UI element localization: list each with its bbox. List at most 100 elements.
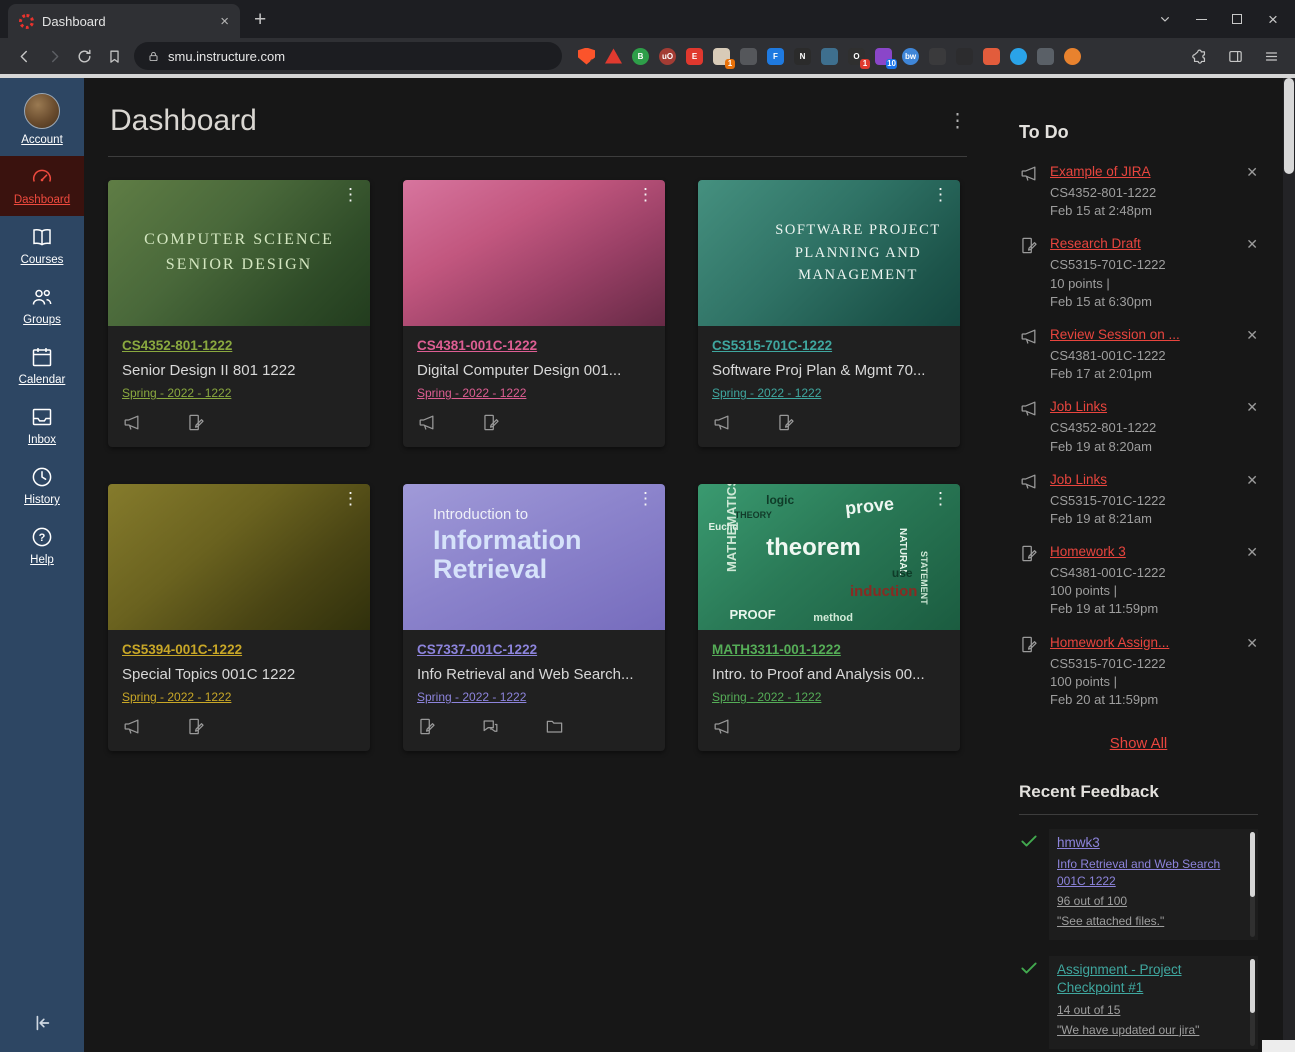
- new-tab-button[interactable]: +: [254, 9, 266, 30]
- dismiss-icon[interactable]: ✕: [1246, 235, 1258, 311]
- todo-link[interactable]: Job Links: [1050, 399, 1107, 414]
- dismiss-icon[interactable]: ✕: [1246, 398, 1258, 455]
- extension-icon[interactable]: [821, 48, 838, 65]
- course-term-link[interactable]: Spring - 2022 - 1222: [417, 690, 526, 704]
- course-code-link[interactable]: CS5315-701C-1222: [712, 338, 832, 353]
- course-term-link[interactable]: Spring - 2022 - 1222: [122, 690, 231, 704]
- discussions-icon[interactable]: [481, 717, 500, 741]
- course-term-link[interactable]: Spring - 2022 - 1222: [712, 690, 821, 704]
- extensions-puzzle-icon[interactable]: [1187, 42, 1211, 70]
- bookmark-icon[interactable]: [100, 42, 128, 70]
- course-card-menu-icon[interactable]: ⋮: [932, 185, 949, 205]
- sidebar-item-account[interactable]: Account: [0, 84, 84, 156]
- dismiss-icon[interactable]: ✕: [1246, 471, 1258, 528]
- side-panel-icon[interactable]: [1223, 42, 1247, 70]
- course-card-menu-icon[interactable]: ⋮: [342, 489, 359, 509]
- feedback-link[interactable]: Assignment - Project Checkpoint #1: [1057, 961, 1242, 997]
- show-all-link[interactable]: Show All: [1019, 735, 1258, 752]
- feedback-course-link[interactable]: Info Retrieval and Web Search 001C 1222: [1057, 856, 1242, 888]
- course-title[interactable]: Software Proj Plan & Mgmt 70...: [712, 362, 946, 379]
- reload-button[interactable]: [70, 42, 98, 70]
- assignments-icon[interactable]: [776, 413, 795, 437]
- todo-link[interactable]: Review Session on ...: [1050, 327, 1180, 342]
- dismiss-icon[interactable]: ✕: [1246, 543, 1258, 619]
- todo-link[interactable]: Homework Assign...: [1050, 635, 1169, 650]
- assignments-icon[interactable]: [186, 717, 205, 741]
- extension-icon[interactable]: E: [686, 48, 703, 65]
- announcements-icon[interactable]: [712, 717, 731, 741]
- dashboard-options-kebab-icon[interactable]: ⋮: [948, 110, 967, 133]
- window-minimize-button[interactable]: [1183, 0, 1219, 38]
- mini-scrollbar[interactable]: [1250, 832, 1255, 937]
- course-title[interactable]: Senior Design II 801 1222: [122, 362, 356, 379]
- extension-icon[interactable]: bw: [902, 48, 919, 65]
- course-title[interactable]: Intro. to Proof and Analysis 00...: [712, 666, 946, 683]
- extension-icon[interactable]: [983, 48, 1000, 65]
- window-close-button[interactable]: ×: [1255, 0, 1291, 38]
- dismiss-icon[interactable]: ✕: [1246, 326, 1258, 383]
- assignments-icon[interactable]: [481, 413, 500, 437]
- todo-link[interactable]: Homework 3: [1050, 544, 1126, 559]
- course-card-menu-icon[interactable]: ⋮: [342, 185, 359, 205]
- extension-icon[interactable]: F: [767, 48, 784, 65]
- feedback-link[interactable]: hmwk3: [1057, 834, 1242, 852]
- todo-link[interactable]: Example of JIRA: [1050, 164, 1151, 179]
- course-term-link[interactable]: Spring - 2022 - 1222: [417, 386, 526, 400]
- extension-icon[interactable]: [1064, 48, 1081, 65]
- course-card-menu-icon[interactable]: ⋮: [932, 489, 949, 509]
- announcements-icon[interactable]: [417, 413, 436, 437]
- address-bar[interactable]: smu.instructure.com: [134, 42, 562, 70]
- course-card-image[interactable]: provetheoremMATHEMATICSinductionPROOFlog…: [698, 484, 960, 630]
- course-code-link[interactable]: CS5394-001C-1222: [122, 642, 242, 657]
- course-card-menu-icon[interactable]: ⋮: [637, 489, 654, 509]
- sidebar-item-courses[interactable]: Courses: [0, 216, 84, 276]
- tab-close-icon[interactable]: ×: [217, 13, 232, 30]
- course-title[interactable]: Info Retrieval and Web Search...: [417, 666, 651, 683]
- course-card-image[interactable]: COMPUTER SCIENCE SENIOR DESIGN ⋮: [108, 180, 370, 326]
- browser-tab[interactable]: Dashboard ×: [8, 4, 240, 38]
- course-code-link[interactable]: CS4352-801-1222: [122, 338, 232, 353]
- course-term-link[interactable]: Spring - 2022 - 1222: [122, 386, 231, 400]
- window-maximize-button[interactable]: [1219, 0, 1255, 38]
- alert-triangle-icon[interactable]: [605, 48, 622, 65]
- course-title[interactable]: Special Topics 001C 1222: [122, 666, 356, 683]
- course-card-image[interactable]: SOFTWARE PROJECT PLANNING AND MANAGEMENT…: [698, 180, 960, 326]
- extension-icon[interactable]: B: [632, 48, 649, 65]
- announcements-icon[interactable]: [122, 717, 141, 741]
- assignments-icon[interactable]: [186, 413, 205, 437]
- sidebar-item-history[interactable]: History: [0, 456, 84, 516]
- todo-link[interactable]: Research Draft: [1050, 236, 1141, 251]
- sidebar-item-groups[interactable]: Groups: [0, 276, 84, 336]
- extension-icon[interactable]: 1: [713, 48, 730, 65]
- extension-icon[interactable]: [1010, 48, 1027, 65]
- course-title[interactable]: Digital Computer Design 001...: [417, 362, 651, 379]
- files-icon[interactable]: [545, 717, 564, 741]
- extension-icon[interactable]: [929, 48, 946, 65]
- sidebar-item-help[interactable]: ? Help: [0, 516, 84, 576]
- assignments-icon[interactable]: [417, 717, 436, 741]
- back-button[interactable]: [10, 42, 38, 70]
- announcements-icon[interactable]: [122, 413, 141, 437]
- forward-button[interactable]: [40, 42, 68, 70]
- course-card-image[interactable]: Introduction to Information Retrieval ⋮: [403, 484, 665, 630]
- extension-icon[interactable]: [740, 48, 757, 65]
- dismiss-icon[interactable]: ✕: [1246, 634, 1258, 710]
- scrollbar-thumb[interactable]: [1284, 78, 1294, 174]
- course-code-link[interactable]: MATH3311-001-1222: [712, 642, 841, 657]
- browser-menu-icon[interactable]: [1259, 42, 1283, 70]
- sidebar-item-dashboard[interactable]: Dashboard: [0, 156, 84, 216]
- extension-icon[interactable]: N: [794, 48, 811, 65]
- extension-icon[interactable]: 10: [875, 48, 892, 65]
- tab-search-chevron-icon[interactable]: [1147, 0, 1183, 38]
- announcements-icon[interactable]: [712, 413, 731, 437]
- course-code-link[interactable]: CS7337-001C-1222: [417, 642, 537, 657]
- page-scrollbar[interactable]: [1283, 78, 1295, 1052]
- course-card-image[interactable]: ⋮: [108, 484, 370, 630]
- course-card-image[interactable]: ⋮: [403, 180, 665, 326]
- brave-shield-icon[interactable]: 3: [578, 48, 595, 65]
- extension-icon[interactable]: [1037, 48, 1054, 65]
- collapse-nav-button[interactable]: [0, 1002, 84, 1044]
- dismiss-icon[interactable]: ✕: [1246, 163, 1258, 220]
- extension-icon[interactable]: O1: [848, 48, 865, 65]
- course-term-link[interactable]: Spring - 2022 - 1222: [712, 386, 821, 400]
